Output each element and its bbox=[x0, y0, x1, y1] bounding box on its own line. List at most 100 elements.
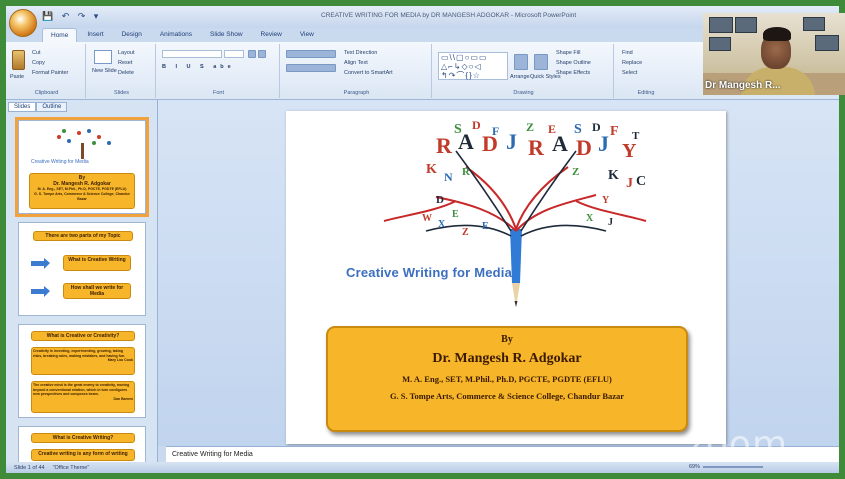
editing-label: Editing bbox=[637, 90, 655, 96]
thumb3-q2: The creative mind is the great enemy to … bbox=[33, 383, 130, 396]
arrange-icon[interactable] bbox=[514, 54, 528, 70]
replace-button[interactable]: Replace bbox=[622, 60, 642, 66]
font-group: B I U S abe Font bbox=[158, 44, 280, 98]
slides-group: New Slide Layout Reset Delete Slides bbox=[88, 44, 156, 98]
svg-text:D: D bbox=[576, 135, 592, 160]
thumb2-item1: What is Creative Writing bbox=[63, 255, 131, 271]
paragraph-label: Paragraph bbox=[343, 90, 370, 96]
svg-text:Z: Z bbox=[462, 227, 469, 238]
by-label: By bbox=[501, 334, 513, 345]
slide-workspace: R A D J R A D J Y S D F Z E S D F T K N … bbox=[158, 100, 839, 446]
wall-picture bbox=[709, 17, 733, 33]
tab-outline[interactable]: Outline bbox=[36, 102, 68, 112]
participant-name: Dr Mangesh R... bbox=[705, 80, 781, 91]
tab-design[interactable]: Design bbox=[114, 28, 150, 42]
svg-text:F: F bbox=[610, 124, 619, 139]
svg-text:J: J bbox=[608, 217, 613, 228]
font-size-combo[interactable] bbox=[224, 50, 244, 58]
thumb4-line: Creative writing is any form of writing bbox=[31, 449, 135, 461]
clipboard-label: Clipboard bbox=[34, 90, 59, 96]
slide-thumbnail-1[interactable]: Creative Writing for Media By Dr. Manges… bbox=[15, 117, 149, 217]
paste-icon[interactable] bbox=[12, 50, 25, 70]
zoom-slider[interactable] bbox=[703, 466, 764, 468]
svg-text:E: E bbox=[452, 209, 459, 220]
layout-button[interactable]: Layout bbox=[118, 50, 135, 56]
convert-smartart-button[interactable]: Convert to SmartArt bbox=[344, 70, 393, 76]
shape-outline-button[interactable]: Shape Outline bbox=[556, 60, 591, 66]
quick-access-toolbar[interactable]: 💾 ↶ ↷ ▾ bbox=[42, 11, 101, 22]
paste-button[interactable]: Paste bbox=[10, 74, 24, 80]
office-button[interactable] bbox=[9, 9, 37, 37]
select-button[interactable]: Select bbox=[622, 70, 637, 76]
thumb1-college: G. S. Tompe Arts, Commerce & Science Col… bbox=[34, 192, 130, 201]
svg-text:X: X bbox=[438, 219, 446, 230]
theme-name: "Office Theme" bbox=[52, 464, 90, 471]
wall-picture bbox=[815, 35, 839, 51]
shape-effects-button[interactable]: Shape Effects bbox=[556, 70, 590, 76]
svg-text:K: K bbox=[608, 168, 619, 183]
slides-label: Slides bbox=[114, 90, 129, 96]
thumb4-title: What is Creative Writing? bbox=[31, 433, 135, 443]
slide-thumbnail-3[interactable]: What is Creative or Creativity? Creativi… bbox=[18, 324, 146, 418]
tab-view[interactable]: View bbox=[292, 28, 322, 42]
participant-video[interactable]: Dr Mangesh R... bbox=[703, 13, 845, 95]
slide-thumbnail-4[interactable]: What is Creative Writing? Creative writi… bbox=[18, 426, 146, 462]
arrange-button[interactable]: Arrange bbox=[510, 74, 530, 80]
tab-slides[interactable]: Slides bbox=[8, 102, 37, 112]
svg-text:E: E bbox=[548, 122, 556, 136]
align-text-button[interactable]: Align Text bbox=[344, 60, 368, 66]
author-name: Dr. Mangesh R. Adgokar bbox=[432, 351, 582, 366]
svg-text:S: S bbox=[574, 122, 582, 137]
shrink-font-icon[interactable] bbox=[258, 50, 266, 58]
svg-text:W: W bbox=[422, 213, 432, 224]
cut-button[interactable]: Cut bbox=[32, 50, 41, 56]
slide-thumbnail-2[interactable]: There are two parts of my Topic What is … bbox=[18, 222, 146, 316]
text-direction-button[interactable]: Text Direction bbox=[344, 50, 377, 56]
new-slide-button[interactable]: New Slide bbox=[92, 68, 117, 74]
slides-panel: Slides Outline 1 Creative Writing for Me… bbox=[6, 100, 158, 462]
new-slide-icon[interactable] bbox=[94, 50, 112, 64]
shapes-gallery[interactable]: ▭\\▢○▭▭ △⌐↳◇○◁ ↰↷⌒{}☆ bbox=[438, 52, 508, 80]
svg-text:R: R bbox=[462, 166, 471, 178]
author-degrees: M. A. Eng., SET, M.Phil., Ph.D, PGCTE, P… bbox=[402, 374, 612, 384]
font-name-combo[interactable] bbox=[162, 50, 222, 58]
tab-review[interactable]: Review bbox=[253, 28, 290, 42]
grow-font-icon[interactable] bbox=[248, 50, 256, 58]
tree-mini-icon bbox=[57, 129, 111, 159]
tab-animations[interactable]: Animations bbox=[152, 28, 200, 42]
font-format-buttons[interactable]: B I U S abe bbox=[162, 64, 235, 70]
tab-home[interactable]: Home bbox=[42, 28, 78, 42]
thumb3-q1: Creativity is inventing, experimenting, … bbox=[33, 349, 126, 358]
copy-button[interactable]: Copy bbox=[32, 60, 45, 66]
format-painter-button[interactable]: Format Painter bbox=[32, 70, 68, 76]
person-hair bbox=[763, 27, 791, 41]
find-button[interactable]: Find bbox=[622, 50, 633, 56]
reset-button[interactable]: Reset bbox=[118, 60, 132, 66]
svg-text:D: D bbox=[472, 118, 481, 132]
svg-text:C: C bbox=[636, 174, 646, 189]
arrow-right-icon bbox=[31, 286, 50, 297]
wall-picture bbox=[735, 17, 757, 33]
zoom-watermark: zoom bbox=[686, 424, 789, 465]
svg-text:X: X bbox=[586, 213, 594, 224]
list-buttons-icon[interactable] bbox=[286, 50, 336, 58]
shape-fill-button[interactable]: Shape Fill bbox=[556, 50, 580, 56]
align-buttons-icon[interactable] bbox=[286, 64, 336, 72]
tab-slide-show[interactable]: Slide Show bbox=[202, 28, 251, 42]
wall-picture bbox=[709, 37, 731, 51]
paragraph-group: Text Direction Align Text Convert to Sma… bbox=[282, 44, 432, 98]
tree-of-letters-illustration: R A D J R A D J Y S D F Z E S D F T K N … bbox=[383, 118, 647, 307]
thumb3-quote1: Creativity is inventing, experimenting, … bbox=[31, 347, 135, 375]
slide-thumbnails: 1 Creative Writing for Media By Dr. Mang… bbox=[12, 116, 154, 462]
current-slide[interactable]: R A D J R A D J Y S D F Z E S D F T K N … bbox=[286, 111, 726, 444]
svg-text:Y: Y bbox=[602, 195, 610, 206]
quick-styles-icon[interactable] bbox=[534, 54, 548, 70]
thumb3-a2: Dan Barnes bbox=[113, 396, 133, 401]
svg-text:J: J bbox=[626, 176, 633, 191]
clipboard-group: Paste Cut Copy Format Painter Clipboard bbox=[8, 44, 86, 98]
svg-text:J: J bbox=[506, 129, 517, 154]
delete-button[interactable]: Delete bbox=[118, 70, 134, 76]
tab-insert[interactable]: Insert bbox=[79, 28, 111, 42]
ribbon-tabs: Home Insert Design Animations Slide Show… bbox=[42, 28, 322, 42]
wall-picture bbox=[803, 17, 825, 31]
